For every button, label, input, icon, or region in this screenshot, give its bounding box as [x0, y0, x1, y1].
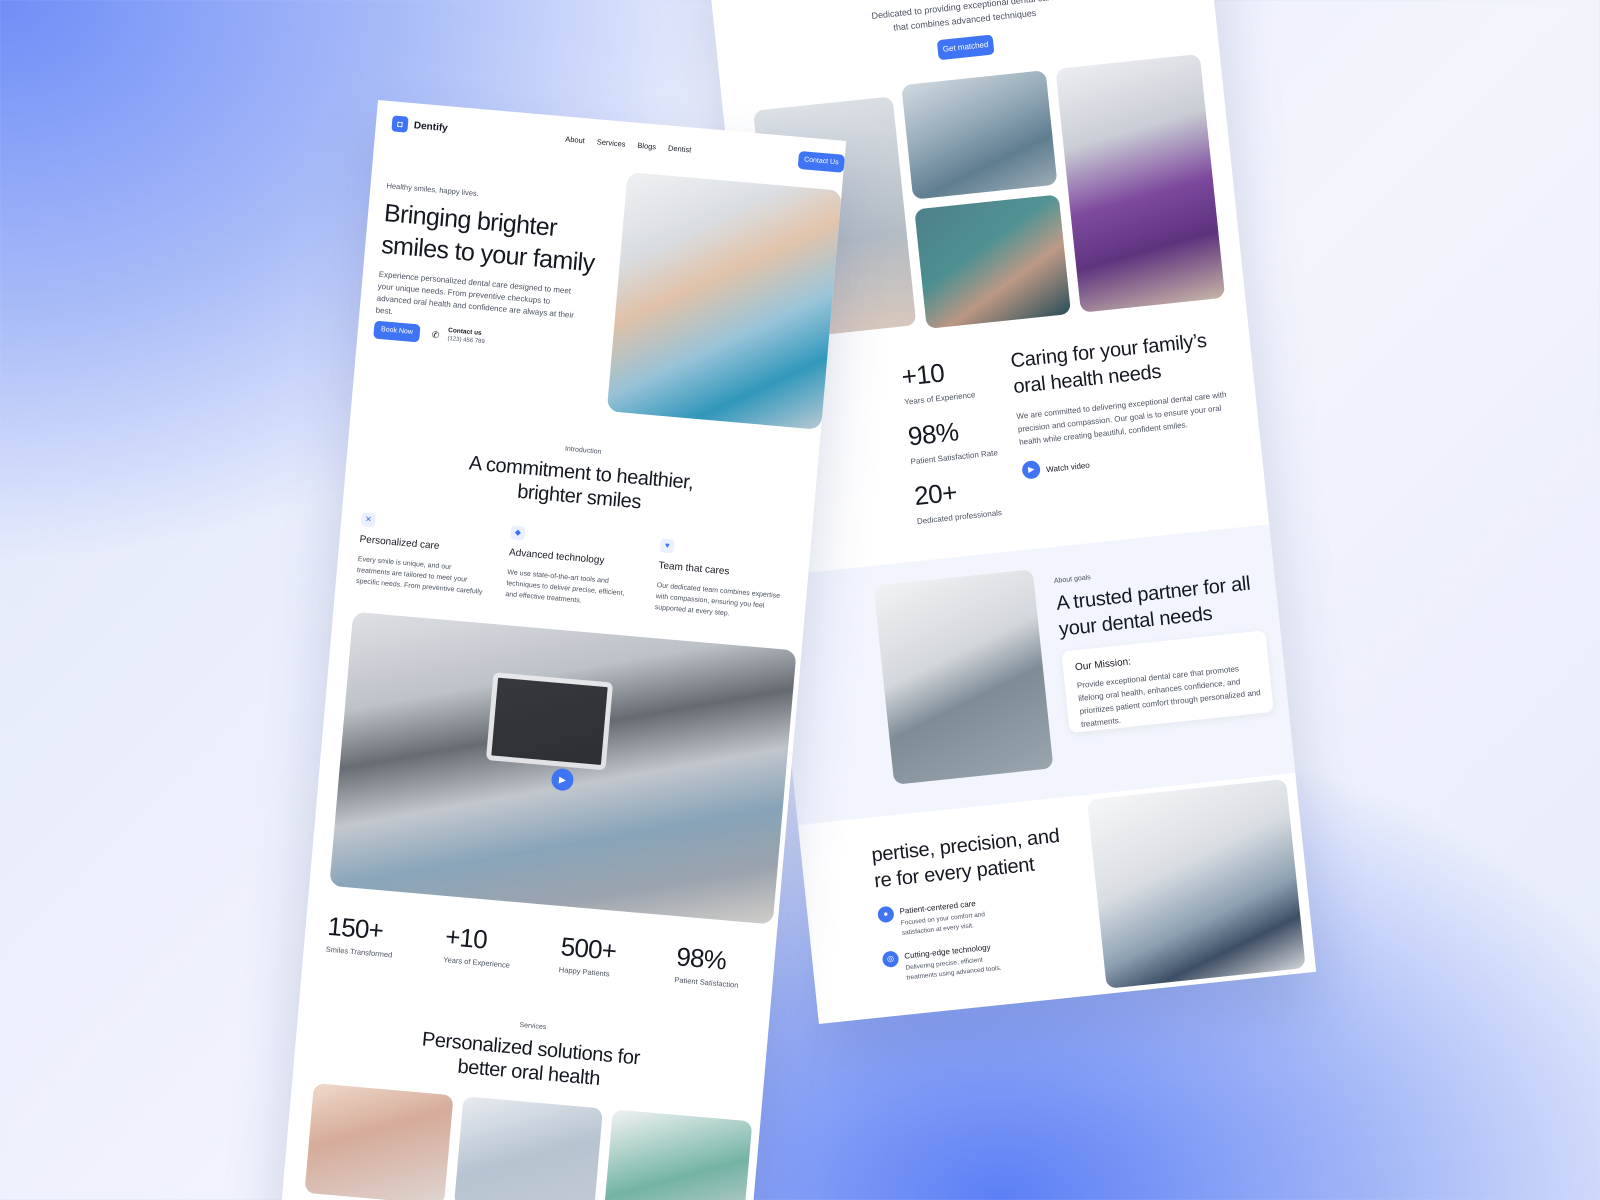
stat-label-patients: Happy Patients — [558, 965, 610, 979]
tooth-icon: ✕ — [360, 512, 376, 528]
front-page-preview: ◘ Dentify About Services Blogs Dentist C… — [280, 100, 847, 1200]
main-nav: About Services Blogs Dentist — [565, 134, 692, 154]
stat-label-satisfaction: Patient Satisfaction — [674, 975, 739, 990]
cube-icon: ◆ — [510, 525, 526, 541]
contact-us-button[interactable]: Contact Us — [797, 150, 845, 173]
service-card-photo-3[interactable] — [603, 1109, 753, 1200]
nav-about[interactable]: About — [565, 134, 585, 145]
collage-photo-microscope — [1055, 53, 1226, 313]
stat-value-satisfaction: 98% — [675, 941, 728, 976]
caring-title: Caring for your family’s oral health nee… — [1009, 329, 1208, 399]
xray-tablet — [485, 672, 614, 771]
service-card-photo-1[interactable] — [304, 1083, 454, 1200]
back-stat-value-1: +10 — [900, 357, 946, 392]
hero-photo-dentist-patient — [606, 172, 842, 430]
contact-number: (123) 456 789 — [447, 335, 485, 346]
feature-3-title: Team that cares — [657, 560, 730, 578]
feature-1-title: Personalized care — [359, 534, 440, 553]
feature-2-title: Advanced technology — [508, 547, 605, 567]
feature-2-body: We use state-of-the-art tools and techni… — [505, 569, 625, 605]
service-card-photo-2[interactable] — [453, 1096, 603, 1200]
nav-services[interactable]: Services — [596, 137, 625, 148]
watch-video-link[interactable]: Watch video — [1046, 459, 1091, 477]
collage-photo-patient — [914, 194, 1072, 329]
expertise-title: pertise, precision, and re for every pat… — [870, 824, 1061, 893]
back-hero-subtitle: Dedicated to providing exceptional denta… — [871, 0, 1056, 33]
stat-label-smiles: Smiles Transformed — [325, 944, 393, 960]
back-stat-value-3: 20+ — [912, 476, 959, 512]
phone-icon: ✆ — [431, 329, 440, 341]
stat-value-smiles: 150+ — [326, 910, 385, 946]
brand-logo[interactable]: ◘ Dentify — [391, 115, 448, 136]
goals-photo-dentist — [873, 569, 1054, 785]
get-matched-button[interactable]: Get matched — [936, 34, 995, 61]
nav-blogs[interactable]: Blogs — [637, 141, 656, 152]
feature-3-body: Our dedicated team combines expertise wi… — [654, 582, 781, 618]
collage-photo-dentist-mask — [901, 70, 1058, 200]
back-stat-value-2: 98% — [906, 416, 960, 452]
stat-label-years: Years of Experience — [442, 954, 511, 970]
stat-value-years: +10 — [444, 921, 489, 955]
expertise-photo-team — [1086, 778, 1306, 989]
stat-value-patients: 500+ — [559, 931, 618, 966]
tooth-logo-icon: ◘ — [391, 115, 409, 133]
contact-label[interactable]: Contact us — [448, 327, 482, 337]
book-now-button[interactable]: Book Now — [373, 320, 421, 343]
hero-title: Bringing brighter smiles to your family — [380, 199, 596, 278]
back-stat-label-1: Years of Experience — [903, 390, 976, 407]
hero-tagline: Healthy smiles, happy lives. — [386, 181, 480, 199]
patient-care-icon: ● — [877, 905, 895, 924]
back-stat-label-3: Dedicated professionals — [916, 508, 1003, 527]
watch-video-play-icon[interactable]: ▶ — [1021, 459, 1042, 480]
brand-name: Dentify — [413, 119, 449, 134]
heart-icon: ♥ — [659, 538, 675, 554]
feature-1-body: Every smile is unique, and our treatment… — [355, 556, 483, 596]
nav-dentist[interactable]: Dentist — [668, 143, 692, 154]
technology-icon: ◎ — [881, 950, 900, 968]
